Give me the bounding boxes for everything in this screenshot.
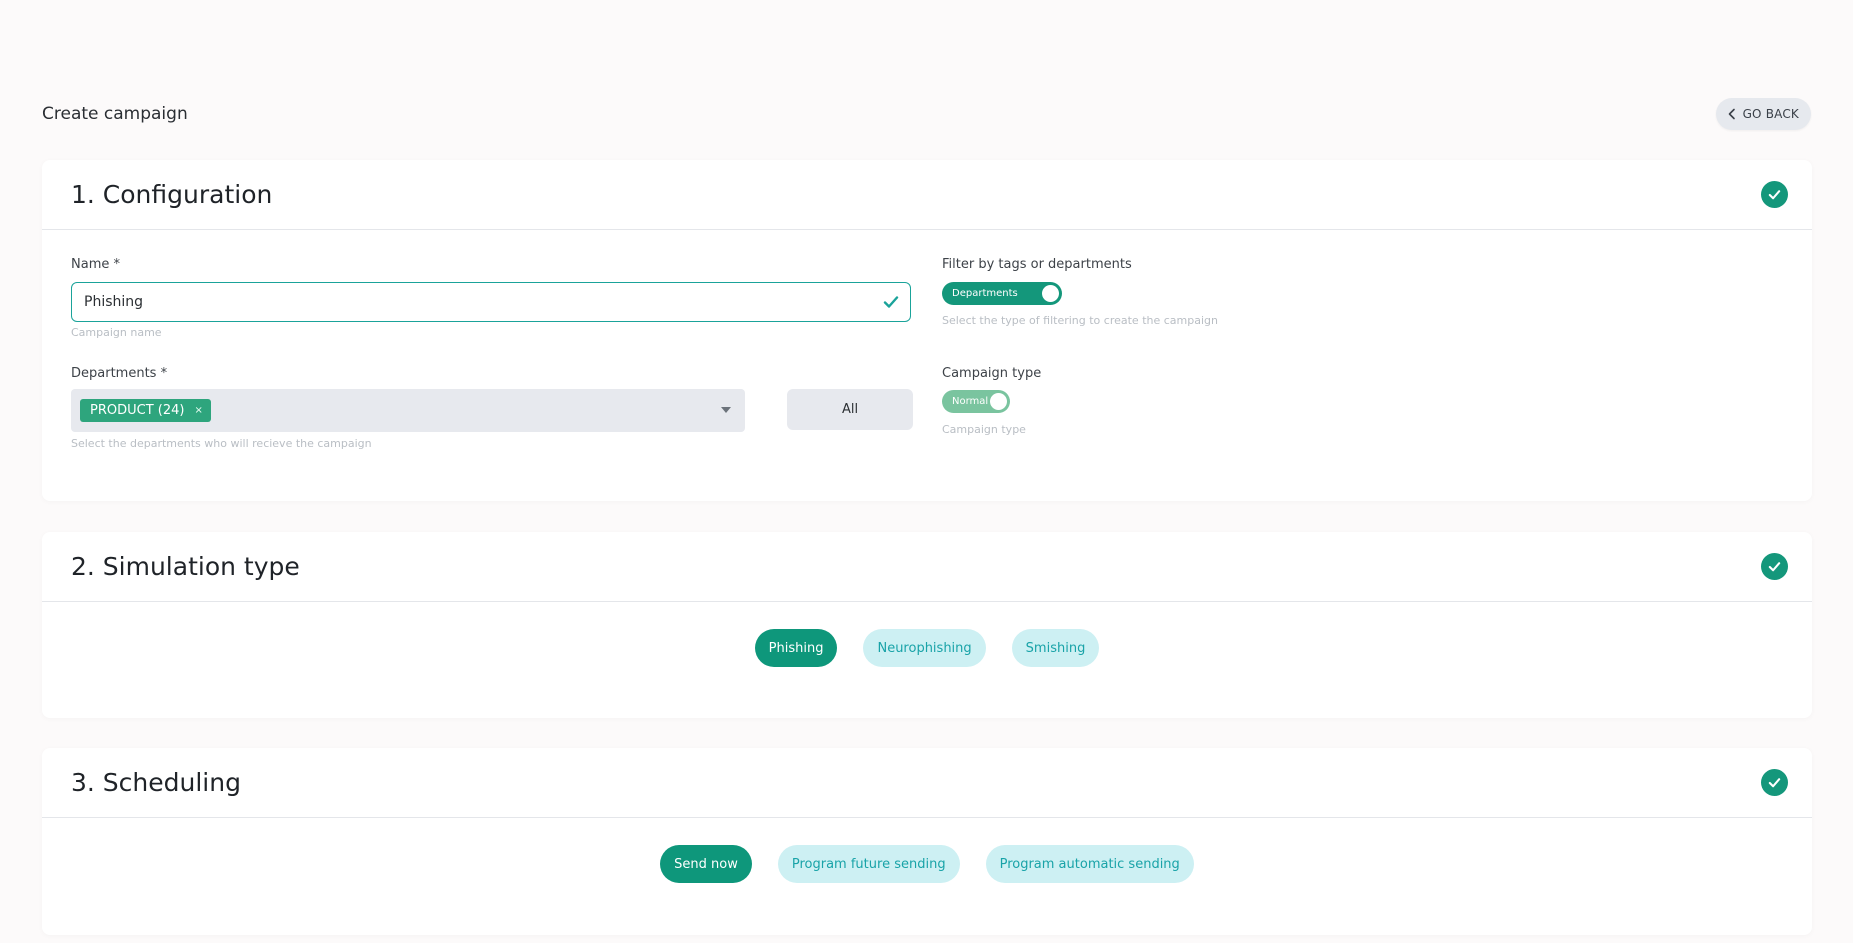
- departments-helper: Select the departments who will recieve …: [71, 437, 372, 450]
- department-chip: PRODUCT (24) ×: [80, 399, 211, 422]
- simulation-option-smishing[interactable]: Smishing: [1011, 629, 1100, 667]
- configuration-header[interactable]: 1. Configuration: [42, 160, 1812, 230]
- name-label: Name *: [71, 257, 120, 272]
- scheduling-options: Send now Program future sending Program …: [42, 845, 1812, 883]
- completed-check-icon: [1761, 181, 1788, 208]
- campaign-type-label: Campaign type: [942, 366, 1042, 381]
- go-back-button[interactable]: GO BACK: [1715, 98, 1811, 130]
- go-back-label: GO BACK: [1742, 107, 1799, 121]
- configuration-title: 1. Configuration: [71, 180, 273, 209]
- simulation-header[interactable]: 2. Simulation type: [42, 532, 1812, 602]
- chip-remove-icon[interactable]: ×: [194, 405, 202, 416]
- page-header: Create campaign GO BACK: [42, 94, 1811, 134]
- campaign-name-input[interactable]: Phishing: [71, 282, 911, 322]
- department-chip-label: PRODUCT (24): [90, 403, 185, 418]
- toggle-knob: [1042, 285, 1059, 302]
- configuration-section: 1. Configuration Name * Phishing Campaig…: [42, 160, 1812, 501]
- campaign-name-helper: Campaign name: [71, 326, 162, 339]
- simulation-section: 2. Simulation type Phishing Neurophishin…: [42, 532, 1812, 718]
- campaign-name-value: Phishing: [84, 294, 144, 310]
- simulation-option-neurophishing[interactable]: Neurophishing: [863, 629, 986, 667]
- campaign-type-toggle[interactable]: Normal: [942, 390, 1010, 413]
- schedule-option-future[interactable]: Program future sending: [777, 845, 960, 883]
- departments-select[interactable]: PRODUCT (24) ×: [71, 389, 745, 432]
- completed-check-icon: [1761, 553, 1788, 580]
- valid-check-icon: [883, 296, 899, 308]
- completed-check-icon: [1761, 769, 1788, 796]
- simulation-options: Phishing Neurophishing Smishing: [42, 629, 1812, 667]
- scheduling-header[interactable]: 3. Scheduling: [42, 748, 1812, 818]
- chevron-left-icon: [1728, 108, 1735, 120]
- select-all-button[interactable]: All: [787, 389, 913, 430]
- chevron-down-icon[interactable]: [721, 407, 731, 413]
- filter-label: Filter by tags or departments: [942, 257, 1132, 272]
- campaign-type-toggle-label: Normal: [952, 396, 989, 407]
- page-title: Create campaign: [42, 104, 188, 124]
- campaign-type-helper: Campaign type: [942, 423, 1026, 436]
- simulation-option-phishing[interactable]: Phishing: [754, 629, 838, 667]
- scheduling-section: 3. Scheduling Send now Program future se…: [42, 748, 1812, 935]
- filter-toggle-label: Departments: [952, 288, 1018, 299]
- simulation-title: 2. Simulation type: [71, 552, 300, 581]
- create-campaign-page: Create campaign GO BACK 1. Configuration…: [0, 0, 1853, 943]
- schedule-option-send-now[interactable]: Send now: [660, 845, 752, 883]
- schedule-option-automatic[interactable]: Program automatic sending: [985, 845, 1194, 883]
- filter-helper: Select the type of filtering to create t…: [942, 314, 1218, 327]
- scheduling-title: 3. Scheduling: [71, 768, 241, 797]
- toggle-knob: [990, 393, 1007, 410]
- departments-label: Departments *: [71, 366, 168, 381]
- filter-type-toggle[interactable]: Departments: [942, 282, 1062, 305]
